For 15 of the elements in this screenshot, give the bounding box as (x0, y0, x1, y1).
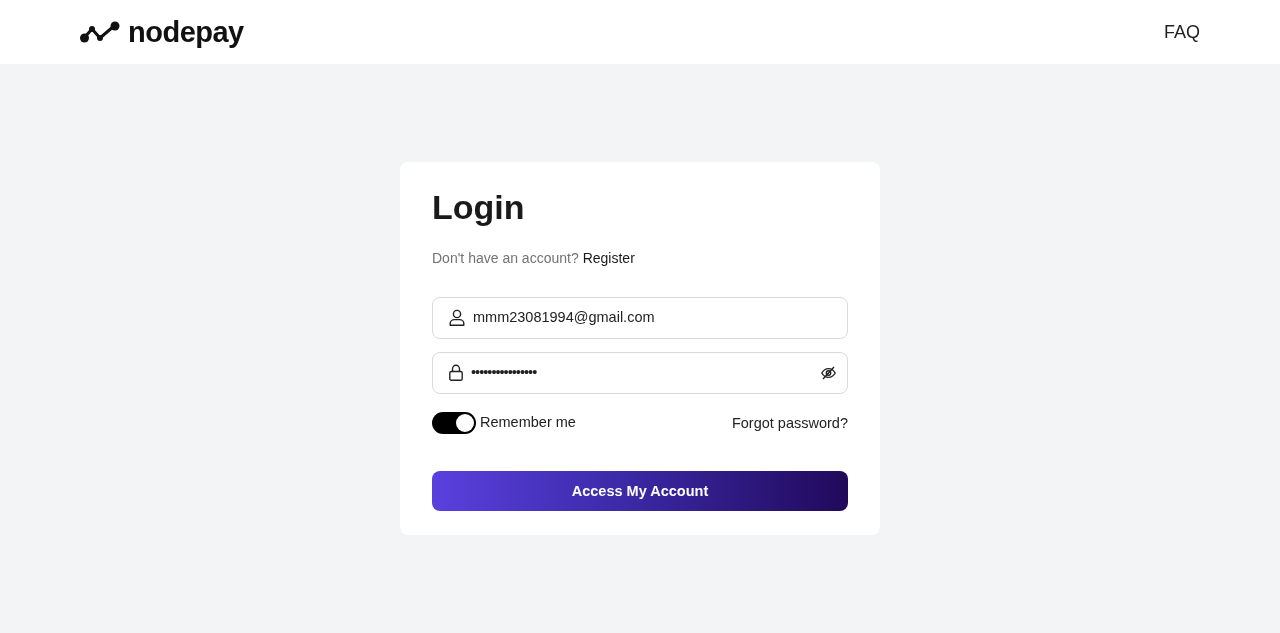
remember-toggle[interactable] (432, 411, 476, 434)
password-field[interactable]: •••••••••••••••• (432, 351, 848, 394)
login-title: Login (432, 186, 526, 228)
remember-label: Remember me (480, 412, 576, 432)
lock-icon (449, 364, 463, 382)
submit-button[interactable]: Access My Account (432, 471, 848, 512)
logo-text: nodepay (128, 17, 244, 47)
forgot-password-link[interactable]: Forgot password? (731, 412, 848, 435)
faq-link[interactable]: FAQ (1164, 18, 1200, 46)
email-field[interactable]: mmm23081994@gmail.com (432, 296, 848, 339)
eye-off-icon[interactable] (821, 365, 836, 380)
logo-icon (80, 21, 120, 43)
register-link[interactable]: Register (582, 247, 635, 268)
register-prompt: Don't have an account? (432, 248, 579, 268)
user-icon (449, 309, 465, 327)
